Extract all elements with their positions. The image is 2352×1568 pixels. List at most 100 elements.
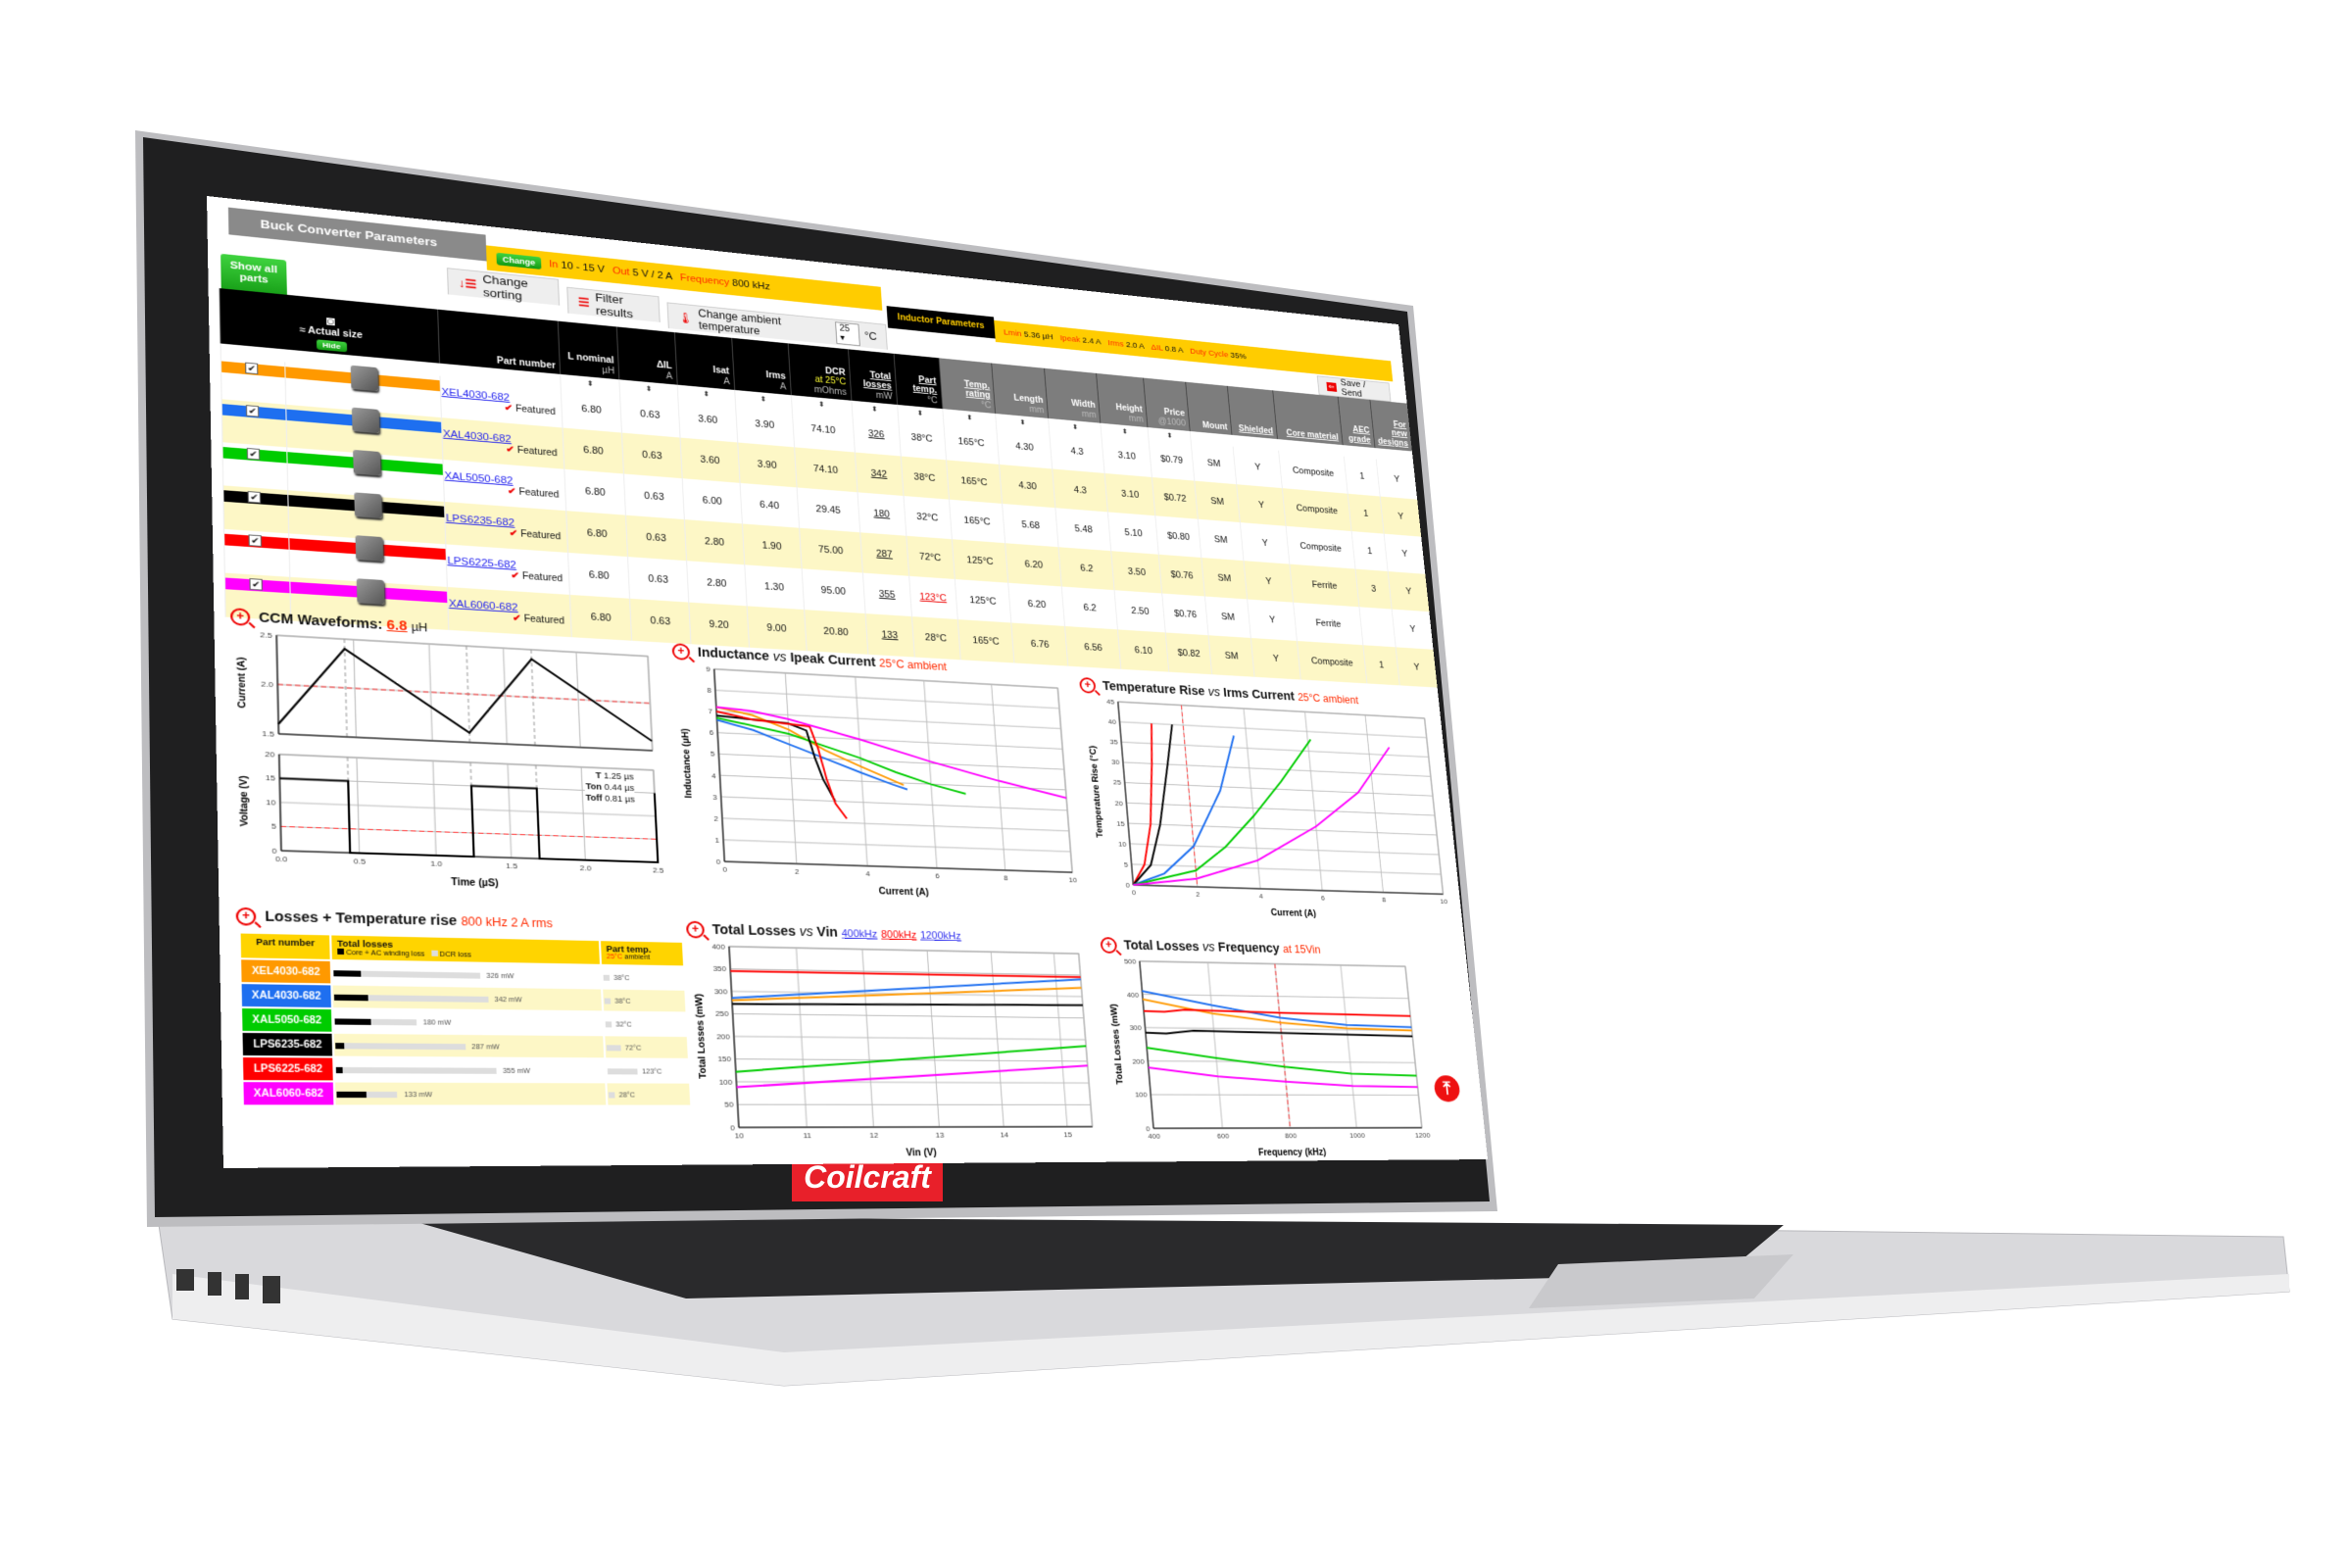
cell-value[interactable]: 355: [878, 589, 895, 601]
y-tick-label: 6: [710, 729, 714, 738]
1200khz-link[interactable]: 1200kHz: [920, 930, 961, 942]
ton-value: 0.44 µs: [604, 782, 635, 794]
change-button[interactable]: Change: [496, 252, 542, 270]
cell-value: 6.10: [1134, 645, 1153, 657]
cell-value: $0.82: [1177, 647, 1201, 660]
cell-value[interactable]: 287: [876, 549, 893, 561]
cell-part_temp: 28°C: [911, 616, 960, 661]
cell-value[interactable]: 180: [873, 509, 890, 520]
cell-value: 20.80: [823, 625, 849, 639]
cell-mount: SM: [1204, 596, 1251, 638]
row-checkbox[interactable]: ✔: [246, 447, 261, 461]
y-tick-label: 2: [713, 814, 718, 823]
column-header[interactable]: AEC grade: [1338, 396, 1376, 449]
y-tick-label: 350: [712, 965, 726, 974]
cell-length: 6.20: [1005, 543, 1062, 587]
zoom-icon[interactable]: +: [671, 643, 691, 662]
cell-core: Ferrite: [1290, 564, 1360, 608]
panel-title-a: Inductance: [697, 644, 770, 663]
row-checkbox[interactable]: ✔: [249, 578, 263, 591]
cell-core: Composite: [1282, 488, 1352, 532]
cell-value[interactable]: 133: [881, 629, 898, 641]
losses-vs-frequency-panel: + Total Losses vs Frequency at 15Vin 0 100…: [1100, 937, 1484, 1163]
column-header[interactable]: Core material: [1272, 390, 1344, 446]
row-checkbox[interactable]: ✔: [245, 362, 259, 375]
check-icon: ✔: [511, 569, 523, 582]
cell-value[interactable]: 326: [868, 428, 885, 440]
row-checkbox[interactable]: ✔: [248, 534, 263, 547]
total-losses-bar: [335, 1042, 466, 1050]
losses-row: XAL4030-682 342 mW 38°C: [241, 984, 686, 1012]
column-header: Width mm: [1044, 368, 1102, 423]
row-checkbox[interactable]: ✔: [247, 491, 262, 504]
cell-irms: 6.40: [739, 482, 800, 528]
zoom-icon[interactable]: +: [685, 920, 706, 939]
column-header[interactable]: For new designs: [1369, 399, 1412, 452]
cell-width: 4.3: [1049, 429, 1105, 473]
featured-label: Featured: [523, 613, 565, 626]
y-tick-label: 100: [718, 1078, 733, 1087]
row-checkbox[interactable]: ✔: [245, 405, 260, 417]
filter-results-tab[interactable]: ☰ Filter results: [566, 286, 661, 322]
cell-isat: 2.80: [686, 561, 748, 607]
x-tick-label: 2: [1196, 891, 1200, 899]
800khz-link[interactable]: 800kHz: [881, 929, 917, 941]
losses-value: 287 mW: [471, 1044, 500, 1052]
cell-value: 2.50: [1130, 606, 1150, 617]
core-loss-bar: [335, 1066, 343, 1073]
hide-button[interactable]: Hide: [316, 338, 348, 353]
zoom-icon[interactable]: +: [235, 907, 257, 926]
cell-mount: SM: [1208, 635, 1255, 677]
cell-length: 5.68: [1003, 503, 1059, 548]
total-losses-header: Total losses Core + AC winding loss DCR lo…: [331, 935, 600, 964]
cell-value: 0.63: [639, 408, 661, 421]
column-header[interactable]: Total losses mW: [848, 349, 898, 405]
cell-isat: 3.60: [677, 397, 738, 443]
temp-bar-cell: 38°C: [603, 989, 686, 1012]
losses-bar-cell: 326 mW: [331, 960, 602, 988]
y-tick-label: 35: [1109, 738, 1118, 746]
y-tick-label: 10: [266, 799, 276, 808]
cell-value: Ferrite: [1315, 617, 1342, 630]
cell-value: 6.56: [1083, 642, 1103, 654]
column-header[interactable]: Part temp. °C: [893, 353, 943, 410]
x-tick-label: 15: [1063, 1131, 1072, 1139]
y-tick-label: 4: [711, 771, 716, 780]
cell-width: 5.48: [1055, 508, 1112, 552]
panel-title-vs: vs: [772, 649, 787, 664]
screen: Buck Converter Parameters Change In 10 -…: [207, 196, 1489, 1168]
temp-rise-bar: [605, 1021, 612, 1028]
400khz-link[interactable]: 400kHz: [841, 928, 877, 940]
cell-value[interactable]: 342: [870, 468, 887, 480]
x-tick-label: 8: [1382, 896, 1387, 904]
cell-mount: SM: [1195, 480, 1241, 523]
x-tick-label: 2.5: [653, 866, 664, 875]
inductor-image: [352, 449, 381, 476]
thermometer-icon: 🌡: [677, 310, 694, 324]
zoom-icon[interactable]: +: [1100, 937, 1118, 955]
lmin-label: Lmin: [1003, 327, 1022, 339]
ambient-temperature-select[interactable]: 25 ▾: [835, 320, 860, 346]
y-axis-label: Inductance (µH): [680, 728, 695, 799]
x-tick-label: 0.5: [354, 858, 367, 866]
column-header[interactable]: Temp. rating °C: [938, 358, 997, 415]
column-label: Total losses: [862, 369, 893, 392]
cell-price: $0.76: [1158, 554, 1205, 597]
ambient-temp: 25°C: [606, 954, 623, 961]
column-label: AEC grade: [1348, 424, 1372, 445]
temp-value: 123°C: [641, 1068, 662, 1076]
ccm-inductance-link[interactable]: 6.8: [386, 617, 407, 634]
cell-value: Y: [1394, 473, 1400, 485]
zoom-icon[interactable]: +: [229, 608, 251, 627]
column-header[interactable]: Shielded: [1227, 385, 1278, 440]
cell-value: Y: [1261, 538, 1269, 549]
column-header: ΔIL A: [616, 326, 678, 385]
cell-width: 4.3: [1053, 468, 1108, 513]
cell-dcr: 20.80: [804, 610, 868, 655]
pdf-icon: ⇐: [1326, 381, 1337, 392]
zoom-icon[interactable]: +: [1079, 677, 1097, 695]
cell-height: 3.50: [1111, 551, 1162, 594]
column-header: Length mm: [992, 363, 1049, 418]
in-value: 10 - 15 V: [561, 260, 606, 275]
y-tick-label: 20: [1114, 800, 1123, 808]
